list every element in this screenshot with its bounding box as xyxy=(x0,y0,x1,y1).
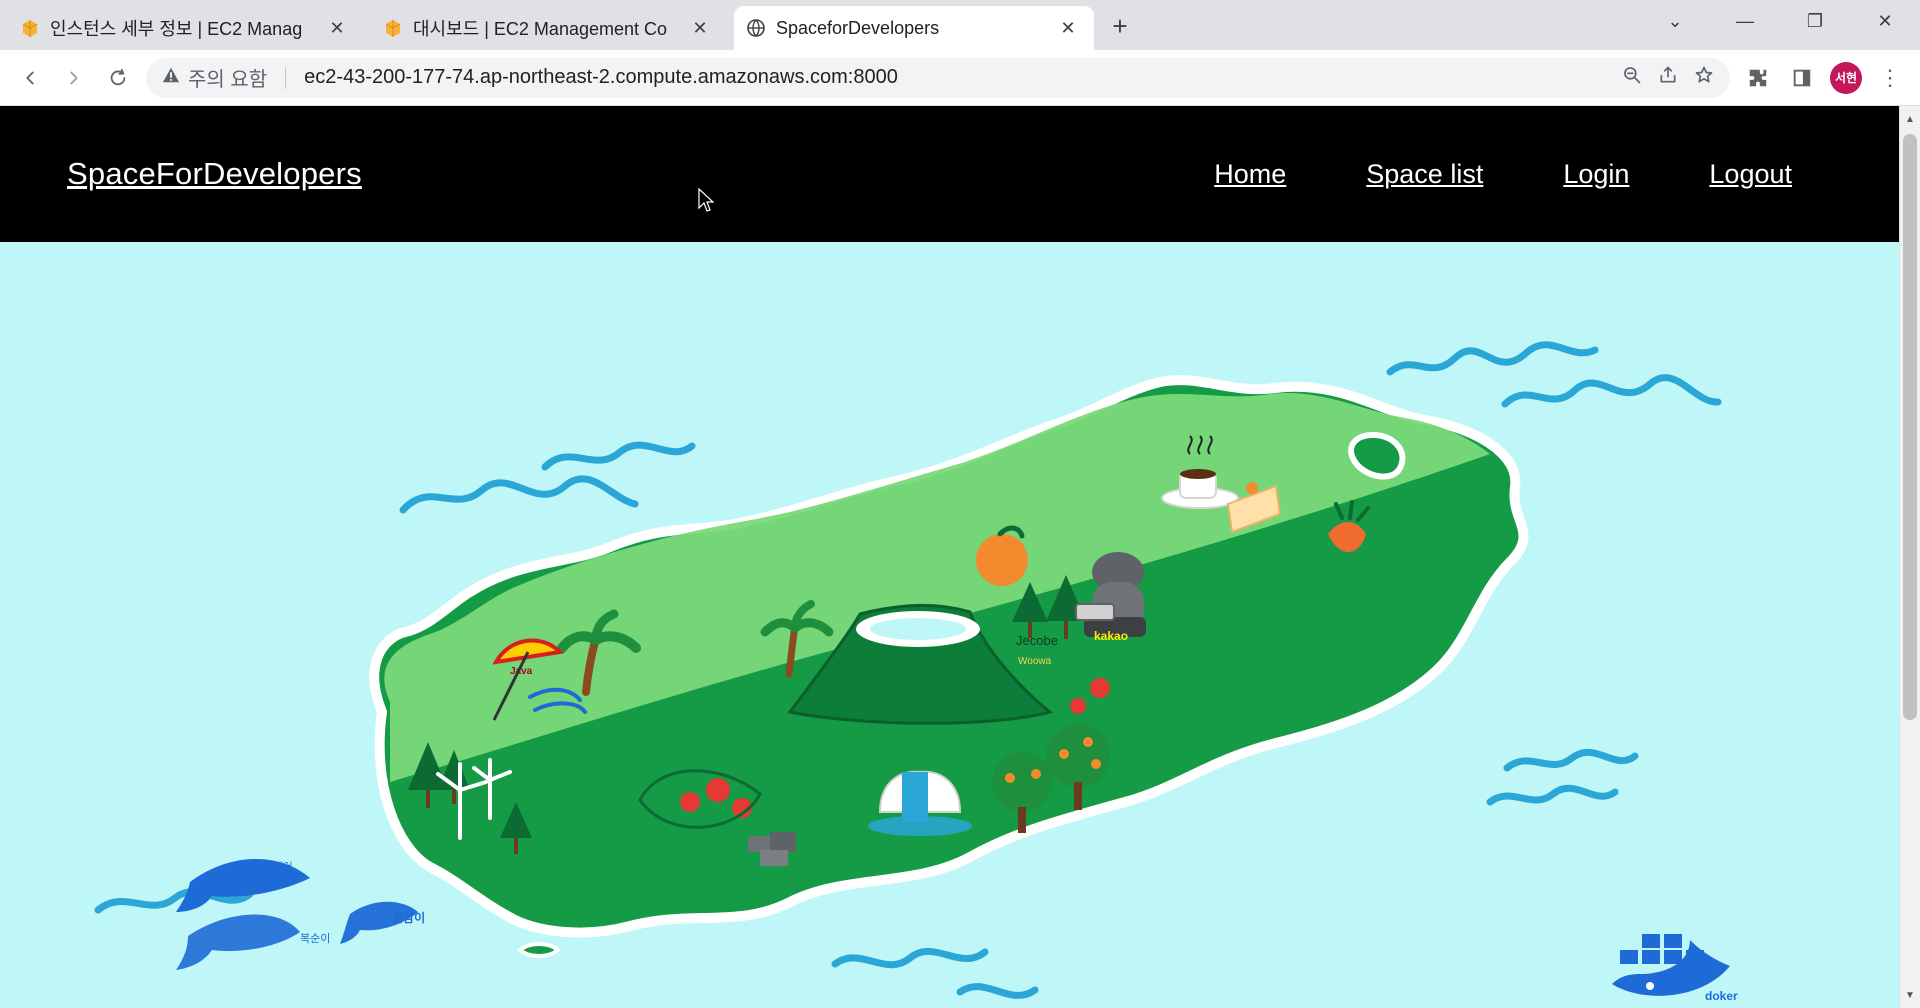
scroll-up-icon[interactable]: ▲ xyxy=(1900,110,1920,128)
side-panel-icon[interactable] xyxy=(1786,62,1818,94)
url-text[interactable]: ec2-43-200-177-74.ap-northeast-2.compute… xyxy=(304,66,898,89)
minimize-icon[interactable]: — xyxy=(1710,0,1780,42)
star-icon[interactable] xyxy=(1694,65,1714,91)
page-viewport: SpaceForDevelopers Home Space list Login… xyxy=(0,106,1920,1008)
main-menu: Home Space list Login Logout xyxy=(1214,106,1792,242)
scroll-thumb[interactable] xyxy=(1903,134,1917,720)
close-icon[interactable]: ✕ xyxy=(325,16,349,40)
extensions-icon[interactable] xyxy=(1742,62,1774,94)
share-icon[interactable] xyxy=(1658,65,1678,91)
page-scrollbar[interactable]: ▲ ▼ xyxy=(1899,106,1920,1008)
tab-dashboard[interactable]: 대시보드 | EC2 Management Co ✕ xyxy=(371,6,726,50)
tab-search-icon[interactable]: ⌄ xyxy=(1640,0,1710,42)
aws-box-icon xyxy=(20,18,40,38)
dolphins xyxy=(176,858,418,970)
label-docker: doker xyxy=(1705,989,1738,1003)
close-icon[interactable]: ✕ xyxy=(1056,16,1080,40)
mouse-cursor-icon xyxy=(698,188,714,212)
nav-logout-link[interactable]: Logout xyxy=(1709,159,1792,190)
nav-space-list-link[interactable]: Space list xyxy=(1366,159,1483,190)
omnibox-actions xyxy=(1622,65,1714,91)
tab-spacefordevelopers[interactable]: SpaceforDevelopers ✕ xyxy=(734,6,1094,50)
profile-avatar[interactable]: 서현 xyxy=(1830,61,1862,94)
warning-icon xyxy=(162,66,180,90)
island-map-hero: Jecobe kakao Woowa Java doker 상쾌어 춘삼이 복순… xyxy=(0,242,1900,1008)
more-options-icon[interactable]: ⋮ xyxy=(1874,62,1906,94)
nav-login-link[interactable]: Login xyxy=(1563,159,1629,190)
browser-tab-bar: 인스턴스 세부 정보 | EC2 Manag ✕ 대시보드 | EC2 Mana… xyxy=(0,0,1920,50)
close-icon[interactable]: ✕ xyxy=(688,16,712,40)
tab-label: SpaceforDevelopers xyxy=(776,17,940,38)
globe-icon xyxy=(746,18,766,38)
tab-instance-details[interactable]: 인스턴스 세부 정보 | EC2 Manag ✕ xyxy=(8,6,363,50)
docker-whale xyxy=(1612,934,1730,996)
nav-home-link[interactable]: Home xyxy=(1214,159,1286,190)
label-kakao: kakao xyxy=(1094,629,1128,643)
restore-icon[interactable]: ❐ xyxy=(1780,0,1850,42)
jeju-map-illustration: Jecobe kakao Woowa Java doker 상쾌어 춘삼이 복순… xyxy=(94,341,1738,1003)
aws-box-icon xyxy=(383,18,403,38)
zoom-icon[interactable] xyxy=(1622,65,1642,91)
reload-icon[interactable] xyxy=(102,62,134,94)
label-jecobe: Jecobe xyxy=(1016,633,1058,648)
security-warning[interactable]: 주의 요함 xyxy=(162,63,267,92)
tab-label: 대시보드 | EC2 Management Co xyxy=(413,19,668,39)
scroll-down-icon[interactable]: ▼ xyxy=(1900,986,1920,1004)
site-navbar: SpaceForDevelopers Home Space list Login… xyxy=(0,106,1900,242)
forward-icon[interactable] xyxy=(58,62,90,94)
omnibox[interactable]: 주의 요함 ec2-43-200-177-74.ap-northeast-2.c… xyxy=(146,57,1730,98)
window-controls: ⌄ — ❐ ✕ xyxy=(1640,0,1920,42)
label-dolphin-3: 복순이 xyxy=(300,932,330,945)
address-bar: 주의 요함 ec2-43-200-177-74.ap-northeast-2.c… xyxy=(0,50,1920,106)
omnibox-divider xyxy=(285,66,287,89)
close-window-icon[interactable]: ✕ xyxy=(1850,0,1920,42)
new-tab-button[interactable]: + xyxy=(1100,6,1140,46)
label-woowa: Woowa xyxy=(1018,656,1052,667)
brand-link[interactable]: SpaceForDevelopers xyxy=(67,156,362,192)
warning-text: 주의 요함 xyxy=(188,69,268,91)
tab-label: 인스턴스 세부 정보 | EC2 Manag xyxy=(50,19,303,39)
back-icon[interactable] xyxy=(14,62,46,94)
